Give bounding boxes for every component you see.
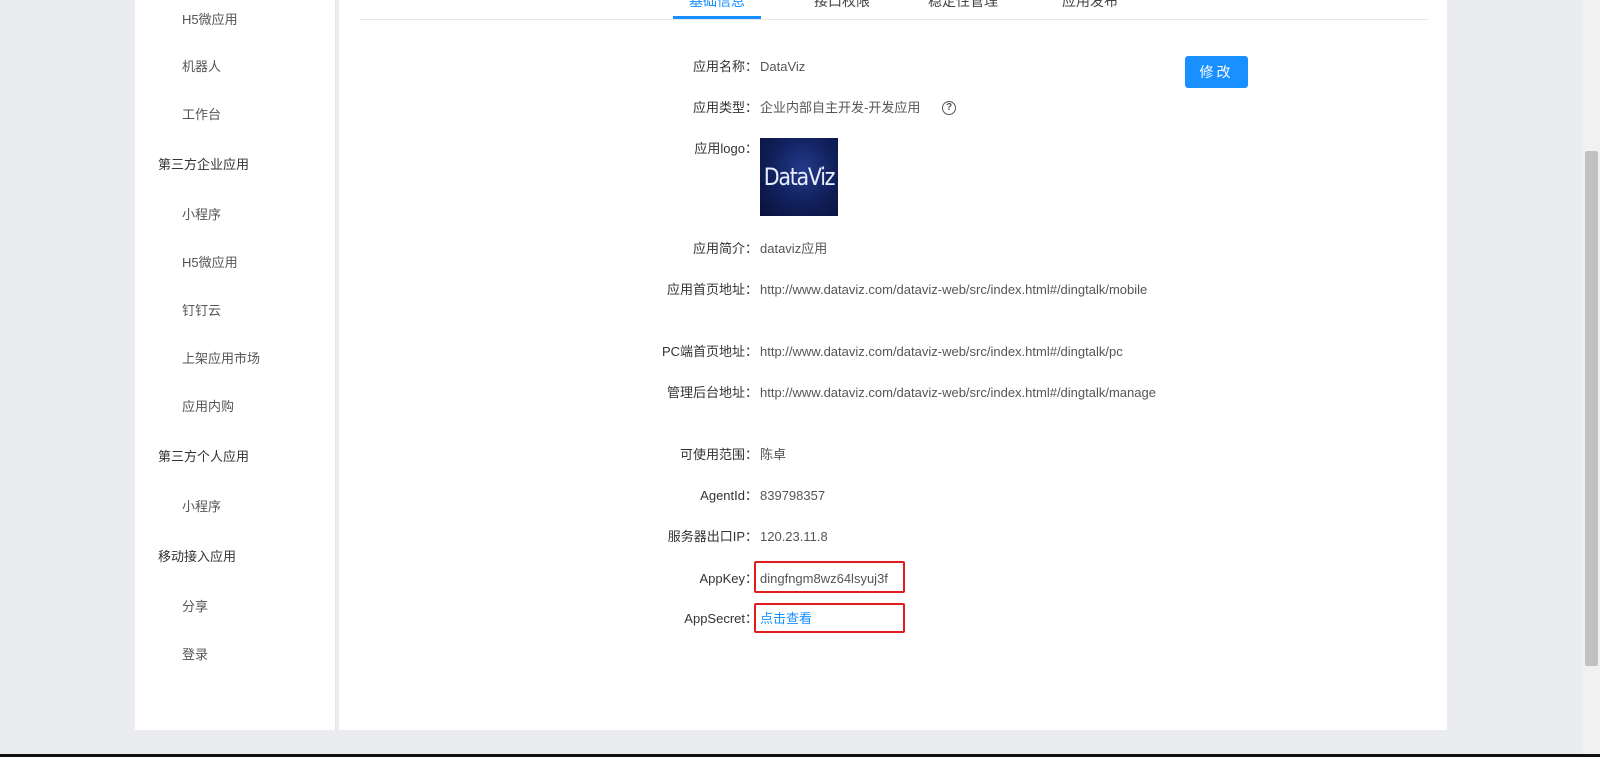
app-type-value: 企业内部自主开发-开发应用 bbox=[760, 100, 921, 115]
admin-url-label: 管理后台地址： bbox=[666, 385, 758, 400]
sidebar-item-app-market[interactable]: 上架应用市场 bbox=[182, 350, 260, 368]
tab-api-permissions[interactable]: 接口权限 bbox=[814, 0, 870, 11]
server-ip-value: 120.23.11.8 bbox=[760, 529, 828, 544]
sidebar-item-h5-microapp-2[interactable]: H5微应用 bbox=[182, 254, 238, 272]
sidebar-item-mini-program-2[interactable]: 小程序 bbox=[182, 498, 221, 516]
scrollbar-thumb[interactable] bbox=[1585, 151, 1598, 666]
active-tab-underline bbox=[673, 16, 761, 19]
sidebar-group-third-party-enterprise: 第三方企业应用 bbox=[158, 157, 250, 172]
sidebar-item-h5-microapp[interactable]: H5微应用 bbox=[182, 11, 238, 29]
edit-button[interactable]: 修改 bbox=[1185, 56, 1248, 88]
admin-url-value: http://www.dataviz.com/dataviz-web/src/i… bbox=[760, 385, 1156, 400]
app-logo-label: 应用logo： bbox=[694, 141, 758, 156]
app-key-highlight-box bbox=[754, 561, 905, 593]
sidebar-group-mobile-access: 移动接入应用 bbox=[158, 549, 237, 564]
sidebar-item-mini-program[interactable]: 小程序 bbox=[182, 206, 221, 224]
sidebar-item-in-app-purchase[interactable]: 应用内购 bbox=[182, 398, 234, 416]
home-url-label: 应用首页地址： bbox=[666, 282, 758, 297]
sidebar: H5微应用 机器人 工作台 第三方企业应用 小程序 H5微应用 钉钉云 上架应用… bbox=[135, 0, 336, 730]
page-frame: H5微应用 机器人 工作台 第三方企业应用 小程序 H5微应用 钉钉云 上架应用… bbox=[0, 0, 1600, 757]
app-type-label: 应用类型： bbox=[692, 100, 758, 115]
scope-value: 陈卓 bbox=[760, 447, 787, 462]
app-intro-value: dataviz应用 bbox=[760, 241, 828, 256]
question-circle-icon[interactable]: ? bbox=[942, 101, 956, 115]
app-intro-label: 应用简介： bbox=[692, 241, 758, 256]
tab-basic-info[interactable]: 基础信息 bbox=[689, 0, 745, 11]
app-name-label: 应用名称： bbox=[692, 59, 758, 74]
app-logo-text: DataViz bbox=[763, 163, 836, 191]
home-url-value: http://www.dataviz.com/dataviz-web/src/i… bbox=[760, 282, 1148, 297]
sidebar-item-workbench[interactable]: 工作台 bbox=[182, 106, 221, 124]
app-secret-highlight-box bbox=[754, 603, 905, 633]
app-logo-image: DataViz bbox=[760, 138, 838, 216]
app-key-label: AppKey： bbox=[699, 571, 758, 586]
scope-label: 可使用范围： bbox=[679, 447, 758, 462]
app-name-value: DataViz bbox=[760, 59, 806, 74]
pc-url-label: PC端首页地址： bbox=[661, 344, 758, 359]
agent-id-label: AgentId： bbox=[700, 488, 758, 503]
tab-bar: 基础信息 接口权限 稳定性管理 应用发布 bbox=[359, 0, 1427, 20]
sidebar-item-robot[interactable]: 机器人 bbox=[182, 58, 221, 76]
tab-app-release[interactable]: 应用发布 bbox=[1062, 0, 1118, 11]
sidebar-item-login[interactable]: 登录 bbox=[182, 646, 208, 664]
app-secret-label: AppSecret： bbox=[684, 611, 758, 626]
sidebar-item-dingtalk-cloud[interactable]: 钉钉云 bbox=[182, 302, 221, 320]
pc-url-value: http://www.dataviz.com/dataviz-web/src/i… bbox=[760, 344, 1123, 359]
agent-id-value: 839798357 bbox=[760, 488, 826, 503]
tab-stability-management[interactable]: 稳定性管理 bbox=[928, 0, 998, 11]
sidebar-item-share[interactable]: 分享 bbox=[182, 598, 208, 616]
server-ip-label: 服务器出口IP： bbox=[667, 529, 758, 544]
sidebar-group-third-party-personal: 第三方个人应用 bbox=[158, 449, 250, 464]
